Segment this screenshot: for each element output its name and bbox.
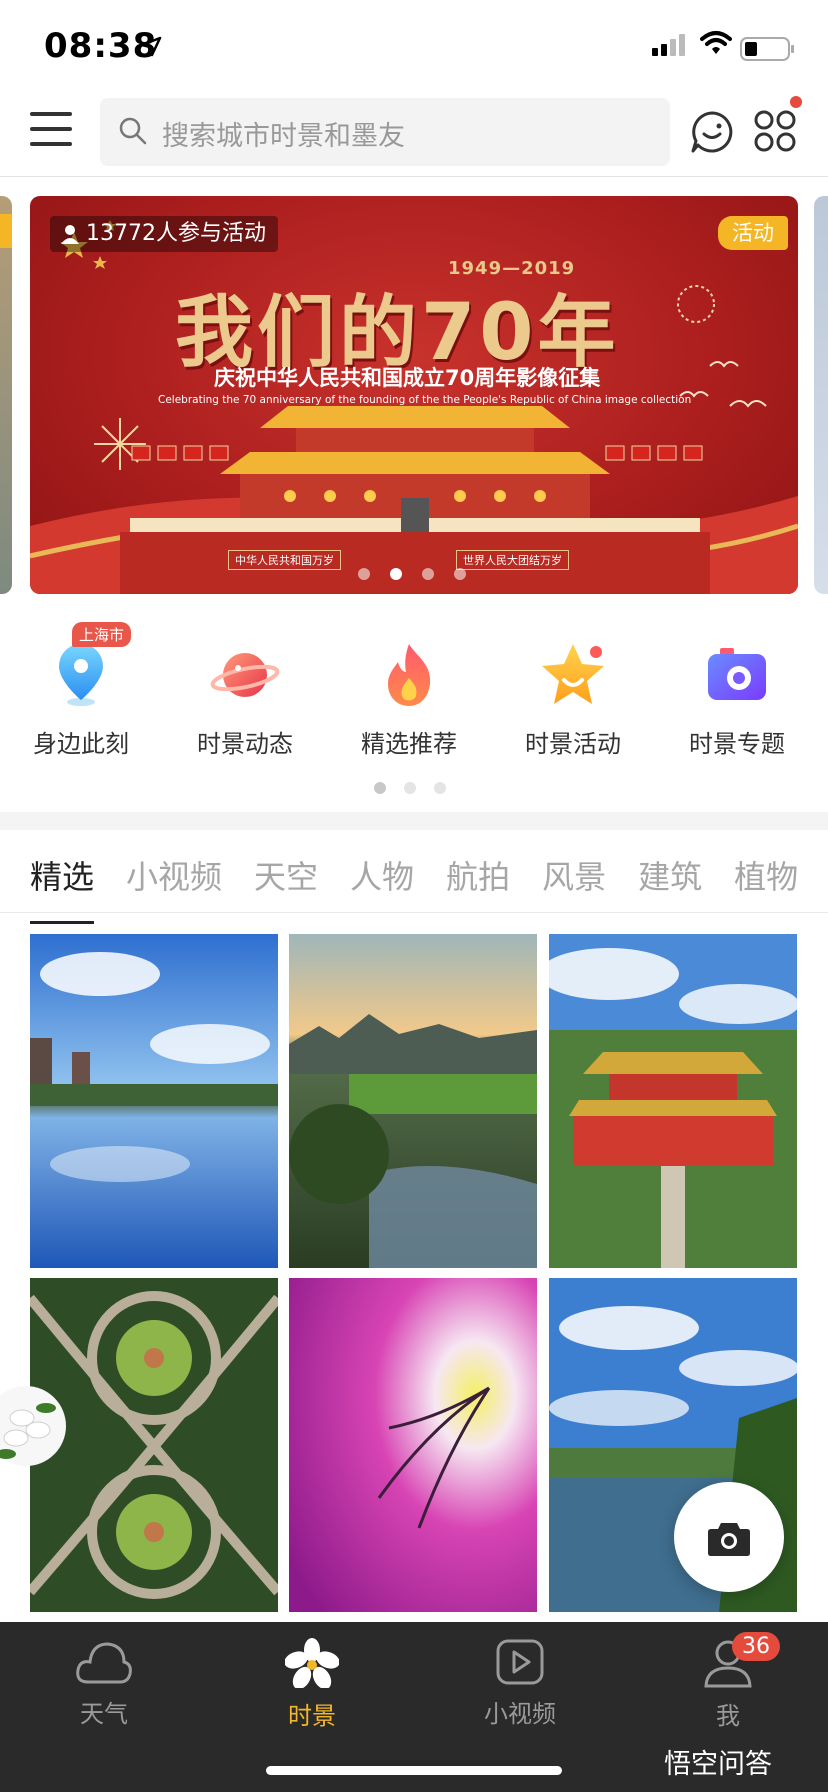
tab-plants[interactable]: 植物 bbox=[734, 852, 798, 898]
search-placeholder: 搜索城市时景和墨友 bbox=[162, 121, 405, 152]
tab-architecture[interactable]: 建筑 bbox=[638, 852, 702, 898]
tabbar-scenes[interactable]: 时景 bbox=[252, 1638, 372, 1731]
battery-icon bbox=[740, 37, 794, 61]
tab-scenery[interactable]: 风景 bbox=[542, 852, 606, 898]
notification-dot bbox=[790, 96, 802, 108]
page-dot bbox=[404, 782, 416, 794]
city-badge: 上海市 bbox=[72, 622, 132, 647]
page-dot bbox=[454, 568, 466, 580]
tab-featured[interactable]: 精选 bbox=[30, 852, 95, 924]
tabbar-label: 我 bbox=[716, 1702, 740, 1730]
flame-icon bbox=[388, 644, 431, 706]
quicknav-label: 精选推荐 bbox=[361, 730, 457, 758]
tabbar-label: 时景 bbox=[288, 1702, 336, 1730]
location-pin-icon bbox=[59, 644, 103, 706]
quicknav-label: 时景专题 bbox=[689, 730, 785, 758]
quicknav-nearby[interactable]: 身边此刻 bbox=[6, 628, 156, 759]
quicknav-topics[interactable]: 时景专题 bbox=[662, 628, 812, 759]
jasmine-flower-icon bbox=[284, 1638, 340, 1690]
location-arrow-icon bbox=[140, 36, 162, 57]
watermark: 悟空问答 bbox=[664, 1742, 772, 1781]
page-dot-active bbox=[374, 782, 386, 794]
quicknav-featured[interactable]: 精选推荐 bbox=[334, 628, 484, 759]
tab-sky[interactable]: 天空 bbox=[254, 852, 318, 898]
cloud-icon bbox=[76, 1642, 132, 1684]
wifi-icon bbox=[700, 31, 732, 54]
banner-pagination bbox=[358, 568, 466, 580]
section-gap bbox=[0, 812, 828, 830]
quicknav-pagination bbox=[374, 782, 446, 794]
banner-slogan-left: 中华人民共和国万岁 bbox=[228, 550, 341, 570]
camera-icon bbox=[708, 648, 766, 700]
banner-carousel[interactable]: 13772人参与活动 活动 1949—2019 我们的70年 庆祝中华人民共和国… bbox=[30, 196, 798, 594]
banner-subtitle-en: Celebrating the 70 anniversary of the fo… bbox=[158, 394, 692, 406]
photo-lake[interactable] bbox=[30, 934, 278, 1268]
signal-icon bbox=[652, 34, 685, 56]
tiananmen-illustration bbox=[120, 406, 710, 594]
tabbar-label: 天气 bbox=[80, 1700, 128, 1728]
tabbar-label: 小视频 bbox=[484, 1700, 556, 1728]
tab-aerial[interactable]: 航拍 bbox=[446, 852, 510, 898]
photo-flower[interactable] bbox=[289, 1278, 537, 1612]
notification-badge: 36 bbox=[732, 1632, 780, 1661]
photo-palace[interactable] bbox=[549, 934, 797, 1268]
page-dot-active bbox=[390, 568, 402, 580]
activity-tag: 活动 bbox=[718, 216, 788, 250]
tabbar-short-video[interactable]: 小视频 bbox=[460, 1638, 580, 1729]
user-icon bbox=[61, 225, 79, 244]
tabbar-weather[interactable]: 天气 bbox=[44, 1638, 164, 1729]
watermark-text: 悟空问答 bbox=[664, 1749, 772, 1780]
participants-text: 13772人参与活动 bbox=[86, 221, 266, 246]
camera-button[interactable] bbox=[674, 1482, 784, 1592]
play-icon bbox=[496, 1639, 544, 1685]
banner-next-peek[interactable] bbox=[814, 196, 828, 594]
header-divider bbox=[0, 176, 828, 177]
menu-button[interactable] bbox=[30, 112, 72, 152]
page-dot bbox=[434, 782, 446, 794]
camera-icon bbox=[708, 1523, 750, 1556]
home-indicator[interactable] bbox=[266, 1766, 562, 1775]
star-icon bbox=[542, 644, 604, 704]
apps-grid-icon[interactable] bbox=[752, 108, 798, 154]
tabs-divider bbox=[0, 912, 828, 913]
message-icon[interactable] bbox=[690, 110, 734, 154]
banner-subtitle: 庆祝中华人民共和国成立70周年影像征集 bbox=[214, 366, 601, 390]
planet-icon bbox=[210, 653, 280, 697]
quicknav-label: 时景活动 bbox=[525, 730, 621, 758]
search-input[interactable]: 搜索城市时景和墨友 bbox=[100, 98, 670, 166]
category-tabs: 精选 小视频 天空 人物 航拍 风景 建筑 植物 bbox=[30, 852, 828, 924]
tab-people[interactable]: 人物 bbox=[350, 852, 414, 898]
participants-count: 13772人参与活动 bbox=[50, 216, 278, 252]
quicknav-dynamics[interactable]: 时景动态 bbox=[170, 628, 320, 759]
quicknav-label: 身边此刻 bbox=[33, 730, 129, 758]
page-dot bbox=[358, 568, 370, 580]
quicknav-label: 时景动态 bbox=[197, 730, 293, 758]
jasmine-float-icon[interactable] bbox=[0, 1378, 82, 1474]
tab-short-video[interactable]: 小视频 bbox=[126, 852, 222, 898]
banner-prev-peek[interactable] bbox=[0, 196, 12, 594]
search-icon bbox=[119, 117, 147, 145]
photo-sunset-valley[interactable] bbox=[289, 934, 537, 1268]
page-dot bbox=[422, 568, 434, 580]
quicknav-activities[interactable]: 时景活动 bbox=[498, 628, 648, 759]
banner-slogan-right: 世界人民大团结万岁 bbox=[456, 550, 569, 570]
